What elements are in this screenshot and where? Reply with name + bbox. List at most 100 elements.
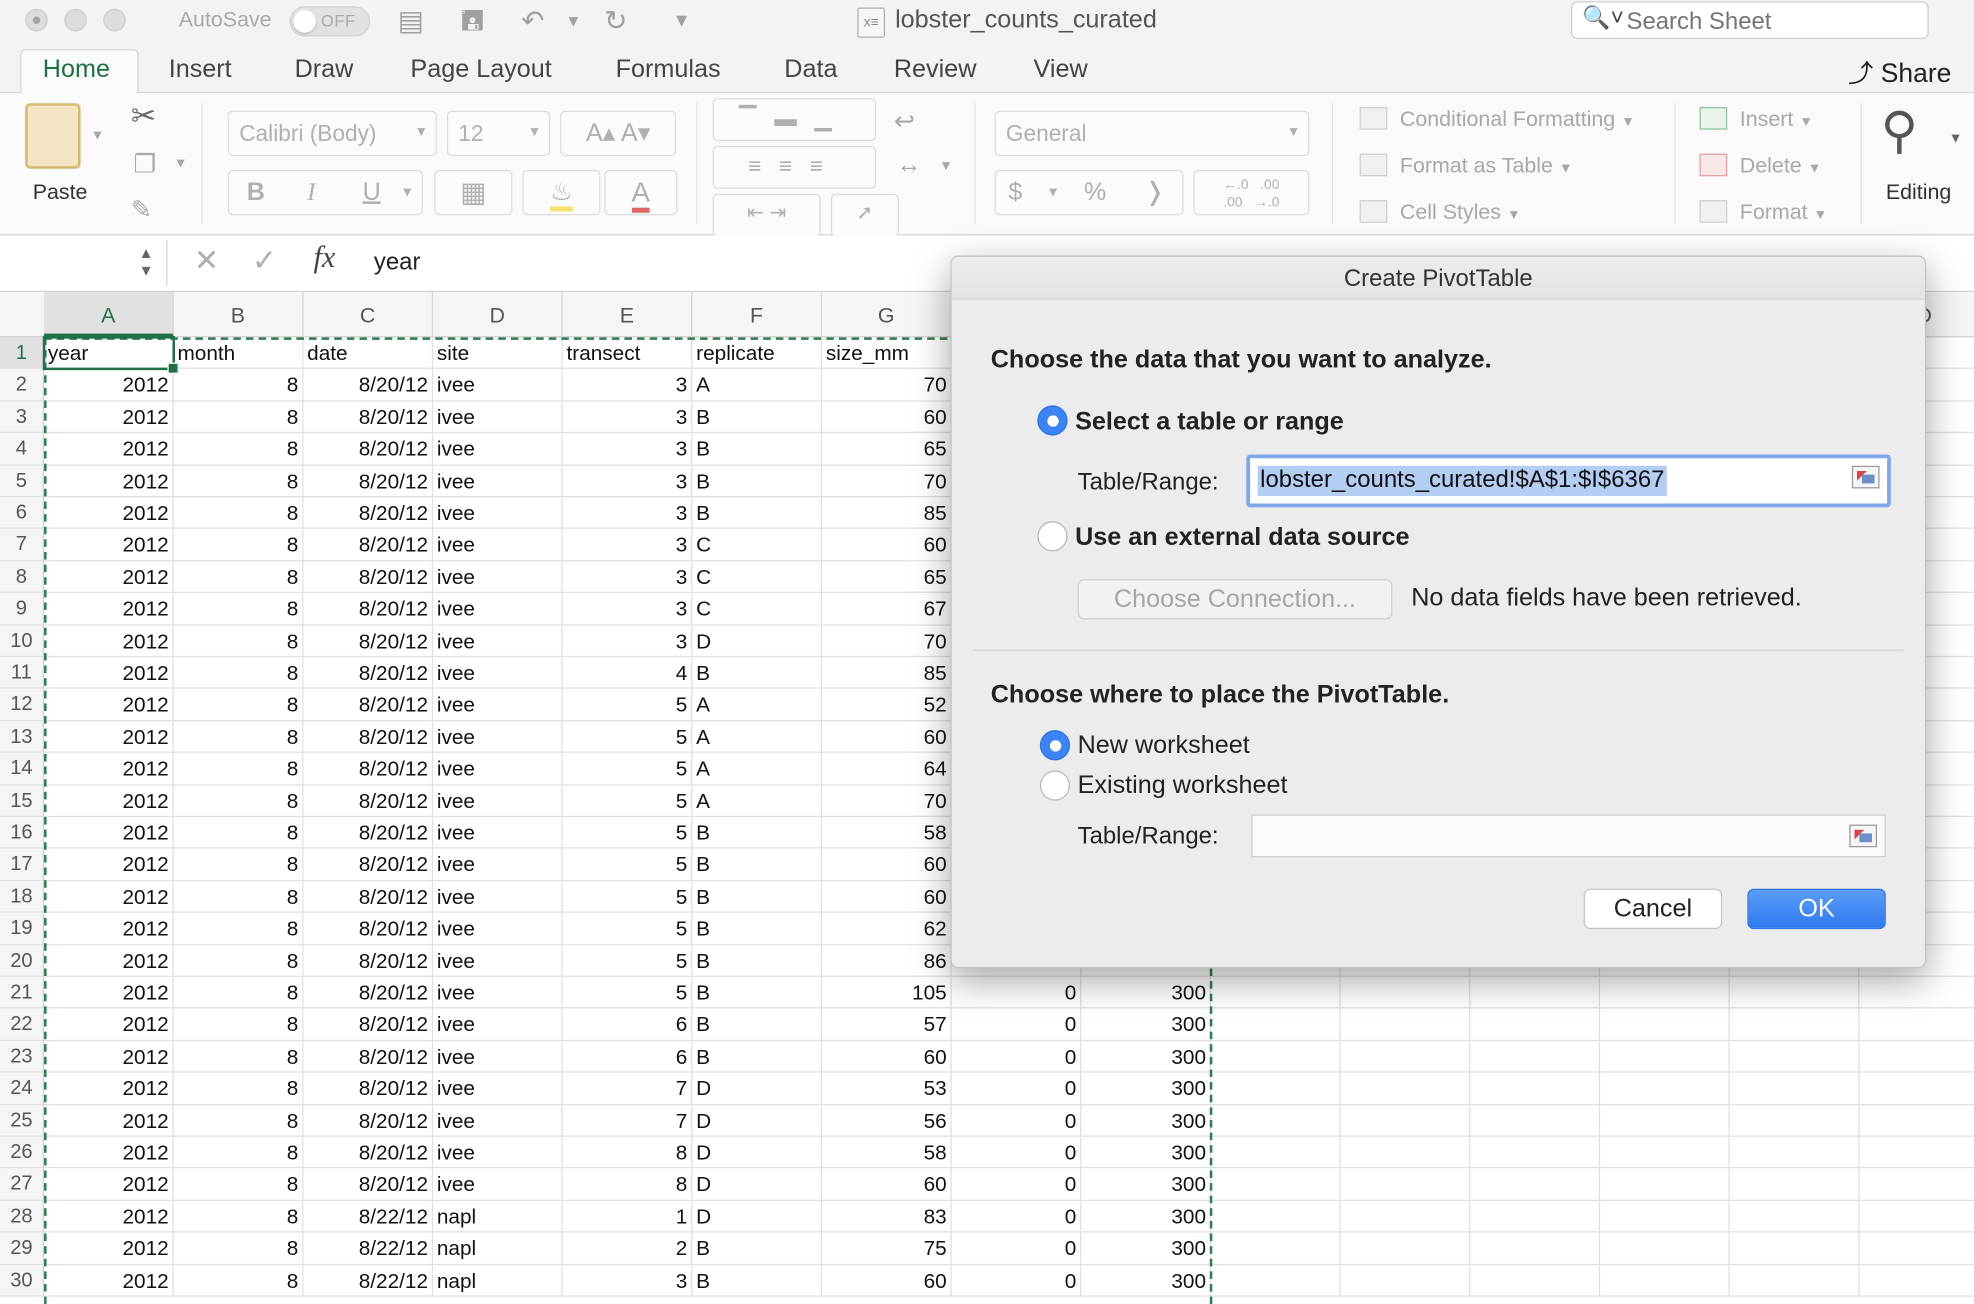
cell-d21[interactable]: ivee [433, 976, 563, 1009]
cell-h26[interactable]: 0 [951, 1136, 1082, 1169]
percent-button[interactable]: % [1084, 171, 1106, 214]
cell-g22[interactable]: 57 [822, 1008, 952, 1041]
cell-d29[interactable]: napl [433, 1232, 563, 1265]
cell-e25[interactable]: 7 [562, 1104, 693, 1137]
format-cells-button[interactable]: Format ▼ [1699, 200, 1827, 225]
cell-b3[interactable]: 8 [173, 401, 304, 434]
cell-a17[interactable]: 2012 [44, 848, 174, 881]
cell-g9[interactable]: 67 [822, 593, 952, 626]
cell-j29[interactable] [1211, 1232, 1341, 1265]
cell-g21[interactable]: 105 [822, 976, 952, 1009]
cell-f8[interactable]: C [692, 561, 823, 594]
cell-b16[interactable]: 8 [173, 817, 304, 849]
cell-h30[interactable]: 0 [951, 1264, 1082, 1297]
cell-a29[interactable]: 2012 [44, 1232, 174, 1265]
cell-d10[interactable]: ivee [433, 625, 563, 658]
cell-e28[interactable]: 1 [562, 1200, 693, 1233]
underline-dropdown-icon[interactable]: ▼ [400, 171, 414, 214]
cell-j26[interactable] [1211, 1136, 1341, 1169]
cell-a22[interactable]: 2012 [44, 1008, 174, 1041]
row-header[interactable]: 20 [0, 944, 45, 977]
cell-f19[interactable]: B [692, 912, 823, 945]
cell-d2[interactable]: ivee [433, 369, 563, 402]
cell-c30[interactable]: 8/22/12 [303, 1264, 434, 1297]
cell-b9[interactable]: 8 [173, 593, 304, 626]
cell-d12[interactable]: ivee [433, 689, 563, 722]
cell-m26[interactable] [1600, 1136, 1730, 1169]
cell-a7[interactable]: 2012 [44, 529, 174, 562]
row-header[interactable]: 1 [0, 337, 45, 370]
cell-f15[interactable]: A [692, 785, 823, 818]
cell-c24[interactable]: 8/20/12 [303, 1072, 434, 1105]
cell-c18[interactable]: 8/20/12 [303, 880, 434, 913]
cell-b22[interactable]: 8 [173, 1008, 304, 1041]
cell-b2[interactable]: 8 [173, 369, 304, 402]
cell-f27[interactable]: D [692, 1168, 823, 1201]
cell-b24[interactable]: 8 [173, 1072, 304, 1105]
editing-search-icon[interactable]: ⚲ [1881, 103, 1918, 158]
cell-b7[interactable]: 8 [173, 529, 304, 562]
new-worksheet-radio[interactable] [1039, 730, 1071, 761]
cell-o21[interactable] [1859, 977, 1974, 1009]
cell-e6[interactable]: 3 [562, 497, 693, 530]
cell-g10[interactable]: 70 [822, 625, 952, 658]
cell-a14[interactable]: 2012 [44, 753, 174, 786]
cell-e7[interactable]: 3 [562, 529, 693, 562]
cell-b29[interactable]: 8 [173, 1232, 304, 1265]
cell-h24[interactable]: 0 [951, 1072, 1082, 1105]
cell-c22[interactable]: 8/20/12 [303, 1008, 434, 1041]
tab-insert[interactable]: Insert [169, 55, 232, 84]
merge-dropdown-icon[interactable]: ▼ [939, 159, 953, 174]
sidebar-toggle-icon[interactable]: ▤ [398, 3, 424, 41]
cell-m24[interactable] [1600, 1072, 1730, 1105]
cell-c10[interactable]: 8/20/12 [303, 625, 434, 658]
paste-icon[interactable] [25, 103, 81, 169]
cell-e16[interactable]: 5 [562, 817, 693, 849]
cell-g12[interactable]: 52 [822, 689, 952, 722]
indent-group[interactable]: ⇤ ⇥ [712, 193, 821, 237]
cell-o22[interactable] [1859, 1009, 1974, 1041]
existing-worksheet-radio[interactable] [1039, 770, 1071, 801]
cell-f20[interactable]: B [692, 944, 823, 977]
currency-button[interactable]: $ [1008, 171, 1022, 214]
vertical-align-group[interactable]: ▔▬▁ [712, 98, 877, 141]
cut-icon[interactable]: ✂ [131, 98, 156, 135]
name-box-stepper[interactable]: ▲ ▼ [139, 244, 154, 279]
column-header-g[interactable]: G [822, 292, 952, 338]
cell-k21[interactable] [1340, 976, 1471, 1009]
cell-c14[interactable]: 8/20/12 [303, 753, 434, 786]
cell-c5[interactable]: 8/20/12 [303, 465, 434, 498]
cell-d22[interactable]: ivee [433, 1008, 563, 1041]
cell-h23[interactable]: 0 [951, 1040, 1082, 1073]
cell-e23[interactable]: 6 [562, 1040, 693, 1073]
cell-f1[interactable]: replicate [692, 337, 823, 370]
tab-page-layout[interactable]: Page Layout [410, 55, 551, 84]
cell-b12[interactable]: 8 [173, 689, 304, 722]
row-header[interactable]: 29 [0, 1232, 45, 1265]
cell-e30[interactable]: 3 [562, 1264, 693, 1297]
choose-connection-button[interactable]: Choose Connection... [1077, 579, 1393, 620]
cell-n30[interactable] [1729, 1264, 1860, 1297]
cell-i23[interactable]: 300 [1081, 1040, 1212, 1073]
cell-a8[interactable]: 2012 [44, 561, 174, 594]
cell-e9[interactable]: 3 [562, 593, 693, 626]
cell-d30[interactable]: napl [433, 1264, 563, 1297]
number-format-select[interactable]: General ▼ [994, 110, 1310, 157]
cell-j30[interactable] [1211, 1264, 1341, 1297]
cell-f3[interactable]: B [692, 401, 823, 434]
cell-l30[interactable] [1470, 1264, 1601, 1297]
cell-b8[interactable]: 8 [173, 561, 304, 594]
cell-f10[interactable]: D [692, 625, 823, 658]
search-input[interactable] [1626, 8, 1917, 37]
cell-g3[interactable]: 60 [822, 401, 952, 434]
cell-a30[interactable]: 2012 [44, 1264, 174, 1297]
table-range-input[interactable]: lobster_counts_curated!$A$1:$I$6367 [1246, 454, 1891, 508]
format-painter-icon[interactable]: ✎ [131, 194, 152, 225]
cell-d26[interactable]: ivee [433, 1136, 563, 1169]
cell-b18[interactable]: 8 [173, 880, 304, 913]
cell-o30[interactable] [1859, 1265, 1974, 1297]
cell-b5[interactable]: 8 [173, 465, 304, 498]
cell-o27[interactable] [1859, 1169, 1974, 1201]
row-header[interactable]: 22 [0, 1008, 45, 1041]
cell-f14[interactable]: A [692, 753, 823, 786]
